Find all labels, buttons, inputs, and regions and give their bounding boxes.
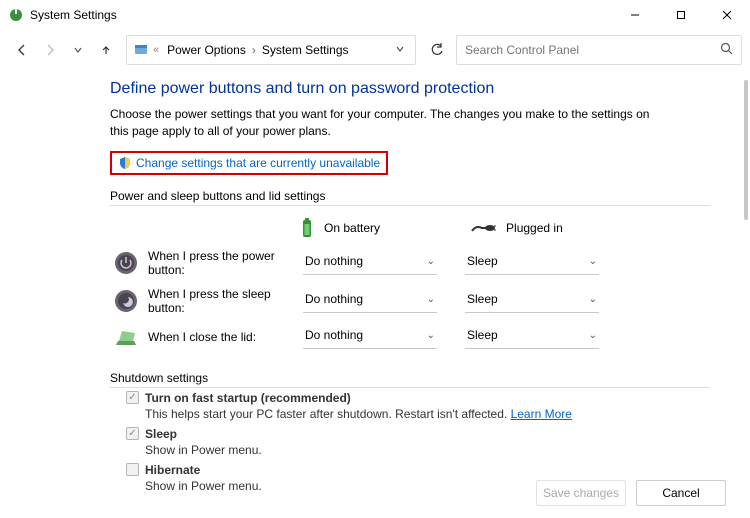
laptop-lid-icon (114, 325, 138, 349)
footer-buttons: Save changes Cancel (536, 480, 726, 506)
chevron-left-icon: « (153, 44, 159, 56)
lid-label: When I close the lid: (148, 330, 303, 344)
power-button-icon (114, 251, 138, 275)
chevron-down-icon: ⌄ (589, 294, 597, 305)
on-battery-label: On battery (324, 221, 380, 235)
hibernate-checkbox[interactable] (126, 463, 139, 476)
cancel-button[interactable]: Cancel (636, 480, 726, 506)
lid-battery-select[interactable]: Do nothing⌄ (303, 325, 437, 349)
learn-more-link[interactable]: Learn More (511, 407, 572, 421)
plugged-in-header: Plugged in (470, 221, 563, 235)
buttons-section-heading: Power and sleep buttons and lid settings (110, 189, 670, 203)
sleep-button-battery-select[interactable]: Do nothing⌄ (303, 289, 437, 313)
change-settings-highlight: Change settings that are currently unava… (110, 151, 388, 175)
window-title: System Settings (30, 8, 117, 22)
setting-row-power-button: When I press the power button: Do nothin… (110, 249, 670, 277)
page-title: Define power buttons and turn on passwor… (110, 80, 670, 98)
window-controls (612, 0, 750, 30)
chevron-down-icon: ⌄ (427, 330, 435, 341)
search-box[interactable] (456, 35, 742, 65)
search-input[interactable] (465, 43, 720, 57)
sleep-label: Sleep (145, 427, 177, 441)
sleep-desc: Show in Power menu. (145, 443, 670, 457)
scrollbar[interactable] (744, 80, 748, 220)
hibernate-label: Hibernate (145, 463, 200, 477)
refresh-button[interactable] (422, 35, 452, 65)
chevron-down-icon: ⌄ (427, 256, 435, 267)
plug-icon (470, 221, 496, 235)
fast-startup-desc: This helps start your PC faster after sh… (145, 407, 507, 421)
column-headers: On battery Plugged in (300, 217, 670, 239)
page-description: Choose the power settings that you want … (110, 106, 670, 141)
maximize-button[interactable] (658, 0, 704, 30)
app-icon (8, 7, 24, 23)
main-content: Define power buttons and turn on passwor… (110, 80, 670, 499)
battery-icon (300, 217, 314, 239)
address-dropdown-button[interactable] (391, 43, 409, 57)
chevron-down-icon: ⌄ (589, 256, 597, 267)
sleep-button-plugged-select[interactable]: Sleep⌄ (465, 289, 599, 313)
back-button[interactable] (8, 36, 36, 64)
sleep-checkbox[interactable] (126, 427, 139, 440)
chevron-down-icon: ⌄ (427, 294, 435, 305)
breadcrumb-system-settings[interactable]: System Settings (258, 43, 353, 57)
recent-locations-button[interactable] (64, 36, 92, 64)
shutdown-section-heading: Shutdown settings (110, 371, 670, 385)
breadcrumb-power-options[interactable]: Power Options (163, 43, 250, 57)
lid-plugged-select[interactable]: Sleep⌄ (465, 325, 599, 349)
shutdown-item-fast-startup: Turn on fast startup (recommended) This … (126, 391, 670, 421)
on-battery-header: On battery (300, 217, 380, 239)
power-button-battery-select[interactable]: Do nothing⌄ (303, 251, 437, 275)
control-panel-icon (133, 42, 149, 58)
search-icon (720, 42, 733, 58)
save-changes-button[interactable]: Save changes (536, 480, 626, 506)
forward-button[interactable] (36, 36, 64, 64)
power-button-plugged-select[interactable]: Sleep⌄ (465, 251, 599, 275)
change-settings-link[interactable]: Change settings that are currently unava… (136, 156, 380, 170)
minimize-button[interactable] (612, 0, 658, 30)
close-button[interactable] (704, 0, 750, 30)
sleep-button-icon (114, 289, 138, 313)
chevron-down-icon: ⌄ (589, 330, 597, 341)
title-bar: System Settings (0, 0, 750, 30)
plugged-in-label: Plugged in (506, 221, 563, 235)
fast-startup-checkbox[interactable] (126, 391, 139, 404)
fast-startup-label: Turn on fast startup (recommended) (145, 391, 351, 405)
sleep-button-label: When I press the sleep button: (148, 287, 303, 315)
shutdown-item-sleep: Sleep Show in Power menu. (126, 427, 670, 457)
nav-row: « Power Options › System Settings (0, 30, 750, 70)
chevron-right-icon: › (250, 43, 258, 57)
address-bar[interactable]: « Power Options › System Settings (126, 35, 416, 65)
up-button[interactable] (92, 36, 120, 64)
setting-row-lid: When I close the lid: Do nothing⌄ Sleep⌄ (110, 325, 670, 349)
setting-row-sleep-button: When I press the sleep button: Do nothin… (110, 287, 670, 315)
shield-icon (118, 156, 132, 170)
power-button-label: When I press the power button: (148, 249, 303, 277)
